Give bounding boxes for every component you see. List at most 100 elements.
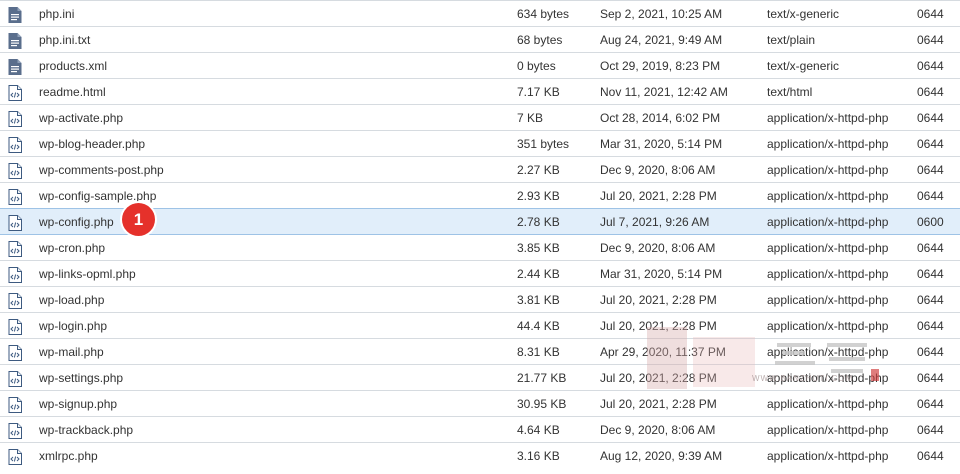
file-name[interactable]: php.ini — [39, 1, 74, 27]
file-row[interactable]: wp-mail.php 8.31 KB Apr 29, 2020, 11:37 PM… — [0, 338, 960, 364]
file-modified-date: Jul 20, 2021, 2:28 PM — [600, 397, 717, 411]
file-name[interactable]: php.ini.txt — [39, 27, 90, 53]
file-modified-date: Oct 28, 2014, 6:02 PM — [600, 111, 721, 125]
step-marker: 1 — [122, 203, 155, 236]
file-permissions: 0644 — [917, 397, 944, 411]
file-mime-type: application/x-httpd-php — [767, 423, 889, 437]
file-code-icon — [8, 84, 22, 101]
file-mime-type: application/x-httpd-php — [767, 293, 889, 307]
file-code-icon — [8, 136, 22, 153]
file-mime-type: application/x-httpd-php — [767, 189, 889, 203]
file-mime-type: application/x-httpd-php — [767, 267, 889, 281]
file-row[interactable]: xmlrpc.php 3.16 KB Aug 12, 2020, 9:39 AM ap… — [0, 442, 960, 468]
file-permissions: 0644 — [917, 33, 944, 47]
file-size: 2.27 KB — [517, 163, 560, 177]
file-size: 2.93 KB — [517, 189, 560, 203]
file-size: 3.81 KB — [517, 293, 560, 307]
file-permissions: 0644 — [917, 163, 944, 177]
file-permissions: 0644 — [917, 137, 944, 151]
file-text-icon — [8, 32, 22, 49]
file-name[interactable]: xmlrpc.php — [39, 443, 98, 469]
file-size: 634 bytes — [517, 7, 570, 21]
file-mime-type: application/x-httpd-php — [767, 345, 889, 359]
file-permissions: 0644 — [917, 85, 944, 99]
file-name[interactable]: wp-login.php — [39, 313, 107, 339]
file-row[interactable]: wp-cron.php 3.85 KB Dec 9, 2020, 8:06 AM ap… — [0, 234, 960, 260]
file-modified-date: Oct 29, 2019, 8:23 PM — [600, 59, 721, 73]
file-name[interactable]: wp-links-opml.php — [39, 261, 136, 287]
file-row[interactable]: wp-login.php 44.4 KB Jul 20, 2021, 2:28 PM… — [0, 312, 960, 338]
file-name[interactable]: wp-cron.php — [39, 235, 105, 261]
file-modified-date: Dec 9, 2020, 8:06 AM — [600, 241, 716, 255]
file-name[interactable]: wp-settings.php — [39, 365, 123, 391]
file-permissions: 0644 — [917, 319, 944, 333]
file-mime-type: text/x-generic — [767, 7, 840, 21]
file-code-icon — [8, 266, 22, 283]
file-modified-date: Jul 20, 2021, 2:28 PM — [600, 189, 717, 203]
file-name[interactable]: wp-blog-header.php — [39, 131, 145, 157]
file-text-icon — [8, 58, 22, 75]
file-permissions: 0644 — [917, 449, 944, 463]
file-row[interactable]: products.xml 0 bytes Oct 29, 2019, 8:23 PM… — [0, 52, 960, 78]
file-row[interactable]: wp-load.php 3.81 KB Jul 20, 2021, 2:28 PM a… — [0, 286, 960, 312]
file-mime-type: application/x-httpd-php — [767, 397, 889, 411]
file-modified-date: Mar 31, 2020, 5:14 PM — [600, 137, 723, 151]
file-name[interactable]: wp-mail.php — [39, 339, 104, 365]
file-row[interactable]: wp-trackback.php 4.64 KB Dec 9, 2020, 8:06… — [0, 416, 960, 442]
file-row[interactable]: php.ini.txt 68 bytes Aug 24, 2021, 9:49 AM… — [0, 26, 960, 52]
file-row[interactable]: wp-links-opml.php 2.44 KB Mar 31, 2020, 5:… — [0, 260, 960, 286]
file-size: 3.16 KB — [517, 449, 560, 463]
file-size: 7 KB — [517, 111, 544, 125]
file-size: 351 bytes — [517, 137, 570, 151]
file-mime-type: text/html — [767, 85, 813, 99]
file-name[interactable]: wp-comments-post.php — [39, 157, 164, 183]
file-permissions: 0644 — [917, 293, 944, 307]
file-permissions: 0644 — [917, 189, 944, 203]
file-permissions: 0644 — [917, 267, 944, 281]
file-modified-date: Mar 31, 2020, 5:14 PM — [600, 267, 723, 281]
file-text-icon — [8, 6, 22, 23]
file-modified-date: Nov 11, 2021, 12:42 AM — [600, 85, 728, 99]
file-size: 68 bytes — [517, 33, 563, 47]
file-size: 3.85 KB — [517, 241, 560, 255]
file-modified-date: Jul 20, 2021, 2:28 PM — [600, 319, 717, 333]
file-row[interactable]: php.ini 634 bytes Sep 2, 2021, 10:25 AM tex… — [0, 0, 960, 26]
file-mime-type: application/x-httpd-php — [767, 241, 889, 255]
file-size: 0 bytes — [517, 59, 556, 73]
file-size: 30.95 KB — [517, 397, 567, 411]
file-row[interactable]: wp-blog-header.php 351 bytes Mar 31, 2020,… — [0, 130, 960, 156]
file-modified-date: Sep 2, 2021, 10:25 AM — [600, 7, 723, 21]
file-mime-type: application/x-httpd-php — [767, 163, 889, 177]
file-row[interactable]: readme.html 7.17 KB Nov 11, 2021, 12:42 AM… — [0, 78, 960, 104]
file-size: 21.77 KB — [517, 371, 567, 385]
file-mime-type: application/x-httpd-php — [767, 449, 889, 463]
file-name[interactable]: readme.html — [39, 79, 106, 105]
file-size: 2.44 KB — [517, 267, 560, 281]
file-name[interactable]: wp-config.php — [39, 209, 114, 235]
file-size: 4.64 KB — [517, 423, 560, 437]
file-permissions: 0644 — [917, 423, 944, 437]
file-row[interactable]: wp-comments-post.php 2.27 KB Dec 9, 2020, … — [0, 156, 960, 182]
file-code-icon — [8, 292, 22, 309]
file-code-icon — [8, 188, 22, 205]
file-name[interactable]: wp-load.php — [39, 287, 104, 313]
file-name[interactable]: wp-activate.php — [39, 105, 123, 131]
file-modified-date: Dec 9, 2020, 8:06 AM — [600, 163, 716, 177]
file-permissions: 0644 — [917, 59, 944, 73]
file-code-icon — [8, 344, 22, 361]
file-code-icon — [8, 448, 22, 465]
file-permissions: 0644 — [917, 345, 944, 359]
file-mime-type: application/x-httpd-php — [767, 215, 889, 229]
file-name[interactable]: wp-trackback.php — [39, 417, 133, 443]
file-code-icon — [8, 214, 22, 231]
file-permissions: 0644 — [917, 241, 944, 255]
file-size: 8.31 KB — [517, 345, 560, 359]
file-row[interactable]: wp-activate.php 7 KB Oct 28, 2014, 6:02 PM… — [0, 104, 960, 130]
file-name[interactable]: products.xml — [39, 53, 107, 79]
file-code-icon — [8, 110, 22, 127]
file-modified-date: Jul 20, 2021, 2:28 PM — [600, 293, 717, 307]
file-code-icon — [8, 240, 22, 257]
watermark-text: WWW.BANZHUTI.COM — [752, 374, 854, 383]
file-row[interactable]: wp-signup.php 30.95 KB Jul 20, 2021, 2:28 … — [0, 390, 960, 416]
file-name[interactable]: wp-signup.php — [39, 391, 117, 417]
